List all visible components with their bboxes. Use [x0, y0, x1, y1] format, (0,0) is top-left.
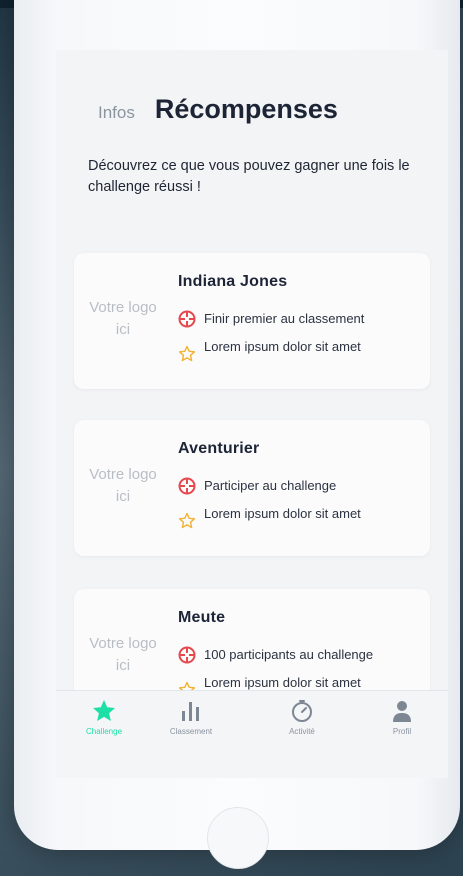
nav-item-profil[interactable]: Profil [362, 699, 442, 736]
star-outline-icon [178, 512, 196, 529]
home-button[interactable] [207, 807, 269, 869]
condition-row: Finir premier au classement [178, 310, 364, 328]
reward-title: Meute [178, 609, 226, 626]
nav-item-classement[interactable]: Classement [151, 699, 231, 736]
bar-chart-icon [182, 702, 199, 721]
condition-row: Participer au challenge [178, 477, 336, 495]
nav-label: Activité [289, 727, 315, 736]
intro-text: Découvrez ce que vous pouvez gagner une … [88, 158, 410, 195]
reward-title: Aventurier [178, 440, 260, 457]
target-icon [178, 310, 196, 328]
tab-infos[interactable]: Infos [98, 103, 135, 123]
bottom-navbar: Challenge Classement Activité Profil [56, 690, 448, 778]
reward-card[interactable]: Votre logo ici Indiana Jones Finir premi… [74, 253, 430, 389]
star-icon [93, 700, 115, 721]
app-screen: Infos Récompenses Découvrez ce que vous … [56, 50, 448, 778]
condition-text: 100 participants au challenge [204, 647, 374, 662]
reward-text: Lorem ipsum dolor sit amet [204, 339, 361, 354]
reward-text: Lorem ipsum dolor sit amet [204, 506, 361, 521]
timer-icon [292, 700, 312, 722]
nav-label: Profil [392, 727, 412, 736]
reward-card[interactable]: Votre logo ici Aventurier Participer au … [74, 420, 430, 556]
logo-placeholder: Votre logo ici [89, 635, 157, 674]
nav-item-challenge[interactable]: Challenge [64, 699, 144, 736]
target-icon [178, 646, 196, 664]
reward-row: Lorem ipsum dolor sit amet [178, 338, 378, 363]
condition-text: Participer au challenge [204, 478, 337, 493]
logo-placeholder: Votre logo ici [89, 299, 157, 338]
logo-placeholder: Votre logo ici [89, 466, 157, 505]
user-icon [393, 701, 411, 722]
reward-title: Indiana Jones [178, 273, 288, 290]
condition-row: 100 participants au challenge [178, 646, 373, 664]
tab-rewards[interactable]: Récompenses [155, 94, 338, 125]
nav-item-activite[interactable]: Activité [262, 699, 342, 736]
star-outline-icon [178, 345, 196, 362]
tabs-header: Infos Récompenses [98, 94, 338, 125]
nav-label: Challenge [85, 727, 123, 736]
condition-text: Finir premier au classement [204, 311, 365, 326]
nav-label: Classement [169, 727, 213, 736]
target-icon [178, 477, 196, 495]
reward-row: Lorem ipsum dolor sit amet [178, 505, 378, 530]
